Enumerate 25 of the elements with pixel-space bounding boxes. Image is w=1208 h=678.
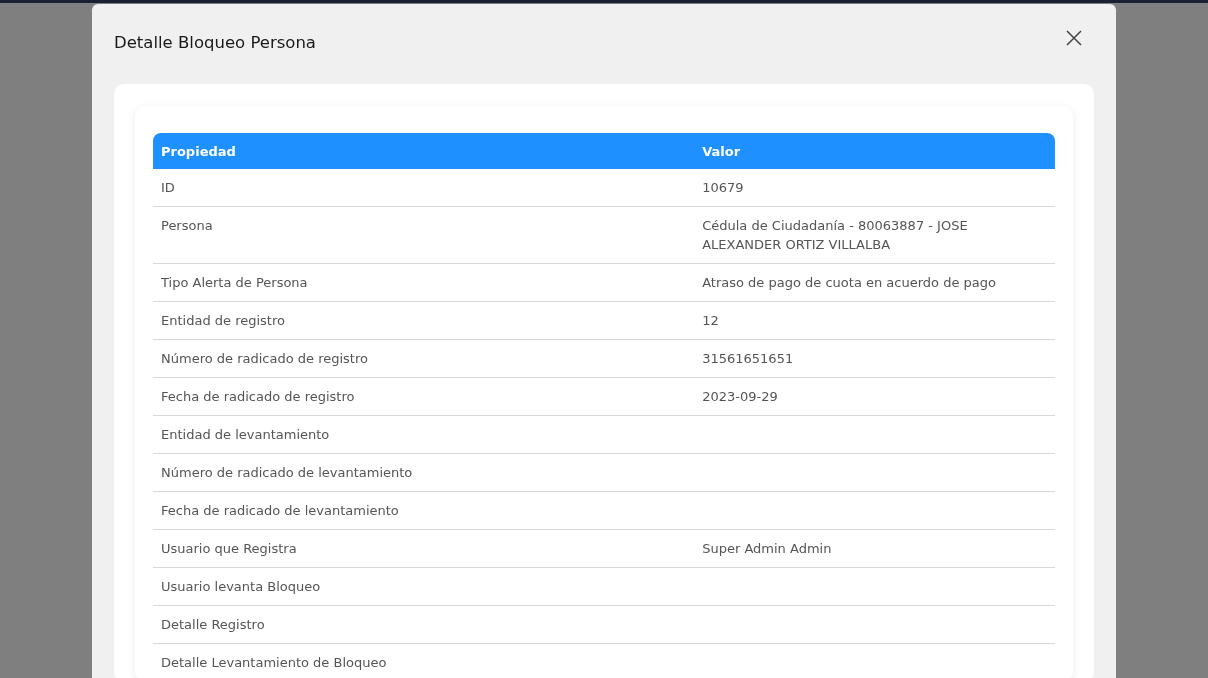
property-cell: Número de radicado de levantamiento (153, 453, 695, 492)
value-cell: 10679 (694, 169, 1055, 207)
property-cell: Fecha de radicado de registro (153, 377, 695, 416)
property-cell: ID (153, 169, 695, 207)
value-cell: 31561651651 (694, 339, 1055, 378)
property-cell: Entidad de registro (153, 301, 695, 340)
property-cell: Detalle Levantamiento de Bloqueo (153, 643, 695, 678)
value-cell: Cédula de Ciudadanía - 80063887 - JOSE ALEXANDER ORTIZ VILLALBA (694, 206, 1055, 264)
column-header: Propiedad (153, 133, 695, 169)
property-cell: Número de radicado de registro (153, 339, 695, 378)
value-cell: Super Admin Admin (694, 529, 1055, 568)
dialog-title: Detalle Bloqueo Persona (114, 32, 316, 52)
property-cell: Entidad de levantamiento (153, 415, 695, 454)
column-header: Valor (694, 133, 1055, 169)
value-cell: 2023-09-29 (694, 377, 1055, 416)
property-cell: Usuario levanta Bloqueo (153, 567, 695, 606)
property-cell: Detalle Registro (153, 605, 695, 644)
close-icon (1066, 30, 1082, 46)
value-cell: 12 (694, 301, 1055, 340)
property-cell: Tipo Alerta de Persona (153, 263, 695, 302)
value-cell: Atraso de pago de cuota en acuerdo de pago (694, 263, 1055, 302)
property-cell: Fecha de radicado de levantamiento (153, 491, 695, 530)
property-cell: Persona (153, 206, 695, 264)
close-button[interactable] (1064, 28, 1084, 48)
property-cell: Usuario que Registra (153, 529, 695, 568)
